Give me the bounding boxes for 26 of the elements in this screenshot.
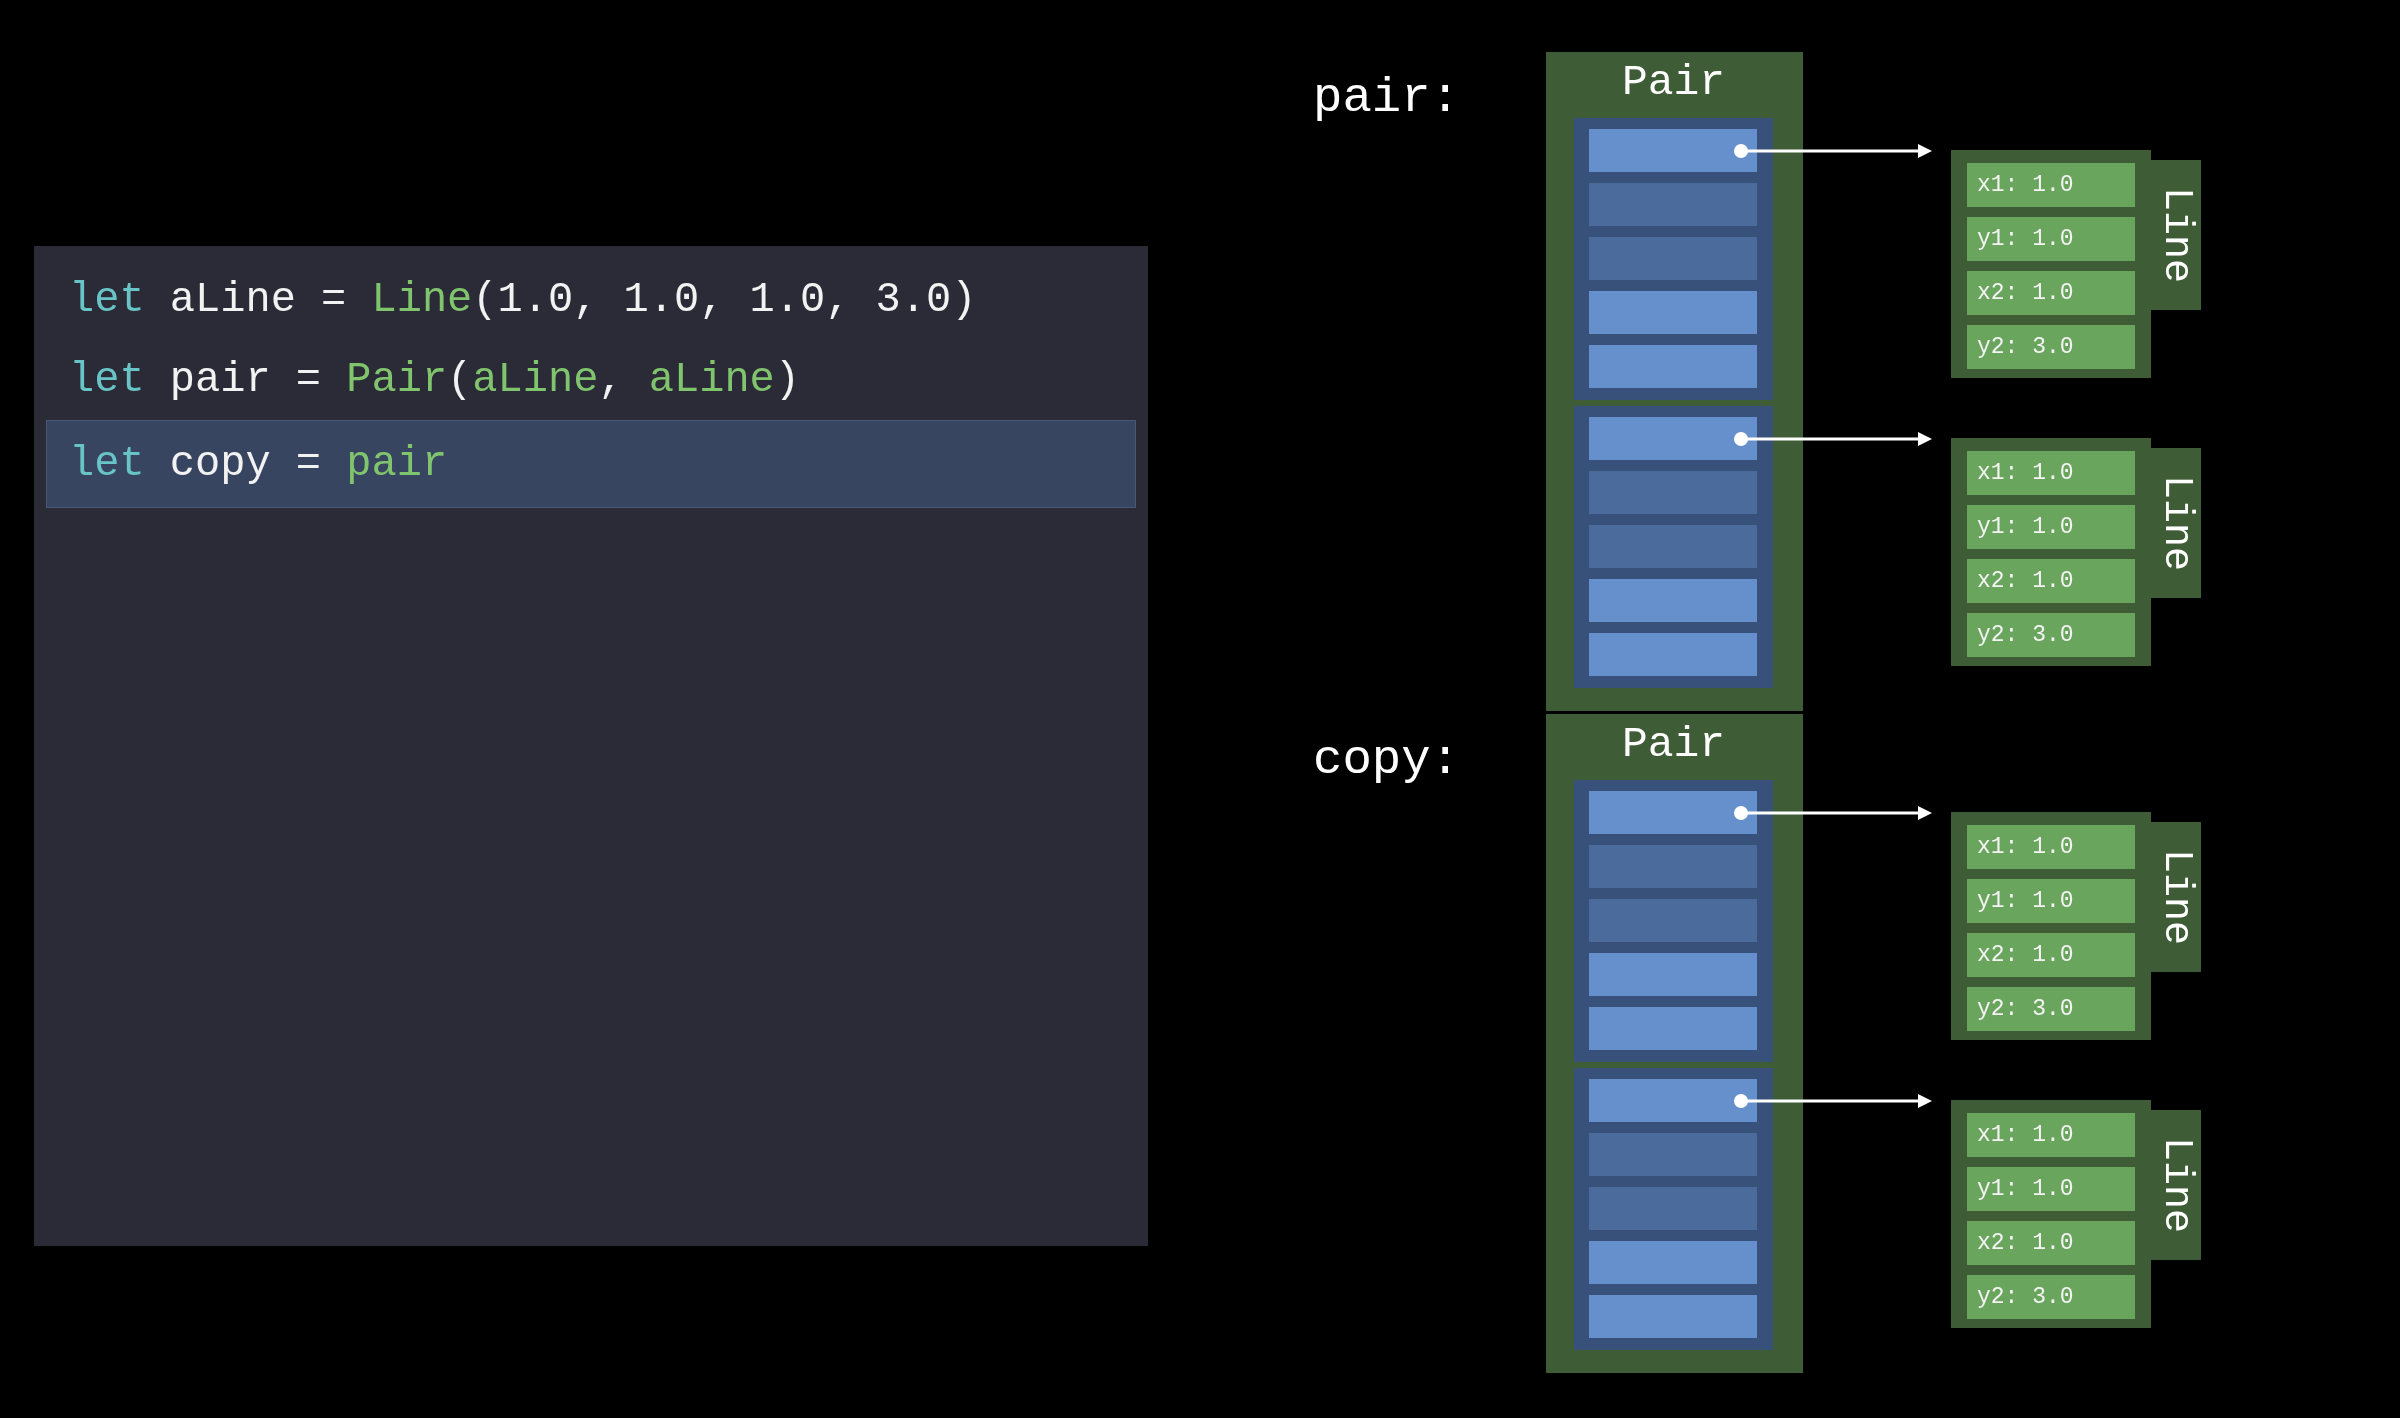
property-row: x1: 1.0 [1967,825,2135,869]
type-label: Line [2151,822,2201,972]
property-row: x2: 1.0 [1967,933,2135,977]
type-label: Line [2151,448,2201,598]
code-line: let aLine = Line(1.0, 1.0, 1.0, 3.0) [68,275,978,326]
property-row: x1: 1.0 [1967,1113,2135,1157]
variable-label: copy: [1313,732,1462,788]
code-line: let pair = Pair(aLine, aLine) [68,355,801,406]
property-row: x2: 1.0 [1967,559,2135,603]
variable-label: pair: [1313,70,1462,126]
type-label: Line [2151,1110,2201,1260]
property-row: y1: 1.0 [1967,879,2135,923]
property-row: y2: 3.0 [1967,1275,2135,1319]
property-row: y1: 1.0 [1967,1167,2135,1211]
property-row: y1: 1.0 [1967,505,2135,549]
property-row: x1: 1.0 [1967,451,2135,495]
property-row: y2: 3.0 [1967,613,2135,657]
property-row: x2: 1.0 [1967,271,2135,315]
struct-title: Pair [1621,722,1726,768]
property-row: y2: 3.0 [1967,987,2135,1031]
property-row: x1: 1.0 [1967,163,2135,207]
property-row: x2: 1.0 [1967,1221,2135,1265]
property-row: y1: 1.0 [1967,217,2135,261]
property-row: y2: 3.0 [1967,325,2135,369]
struct-title: Pair [1621,60,1726,106]
type-label: Line [2151,160,2201,310]
